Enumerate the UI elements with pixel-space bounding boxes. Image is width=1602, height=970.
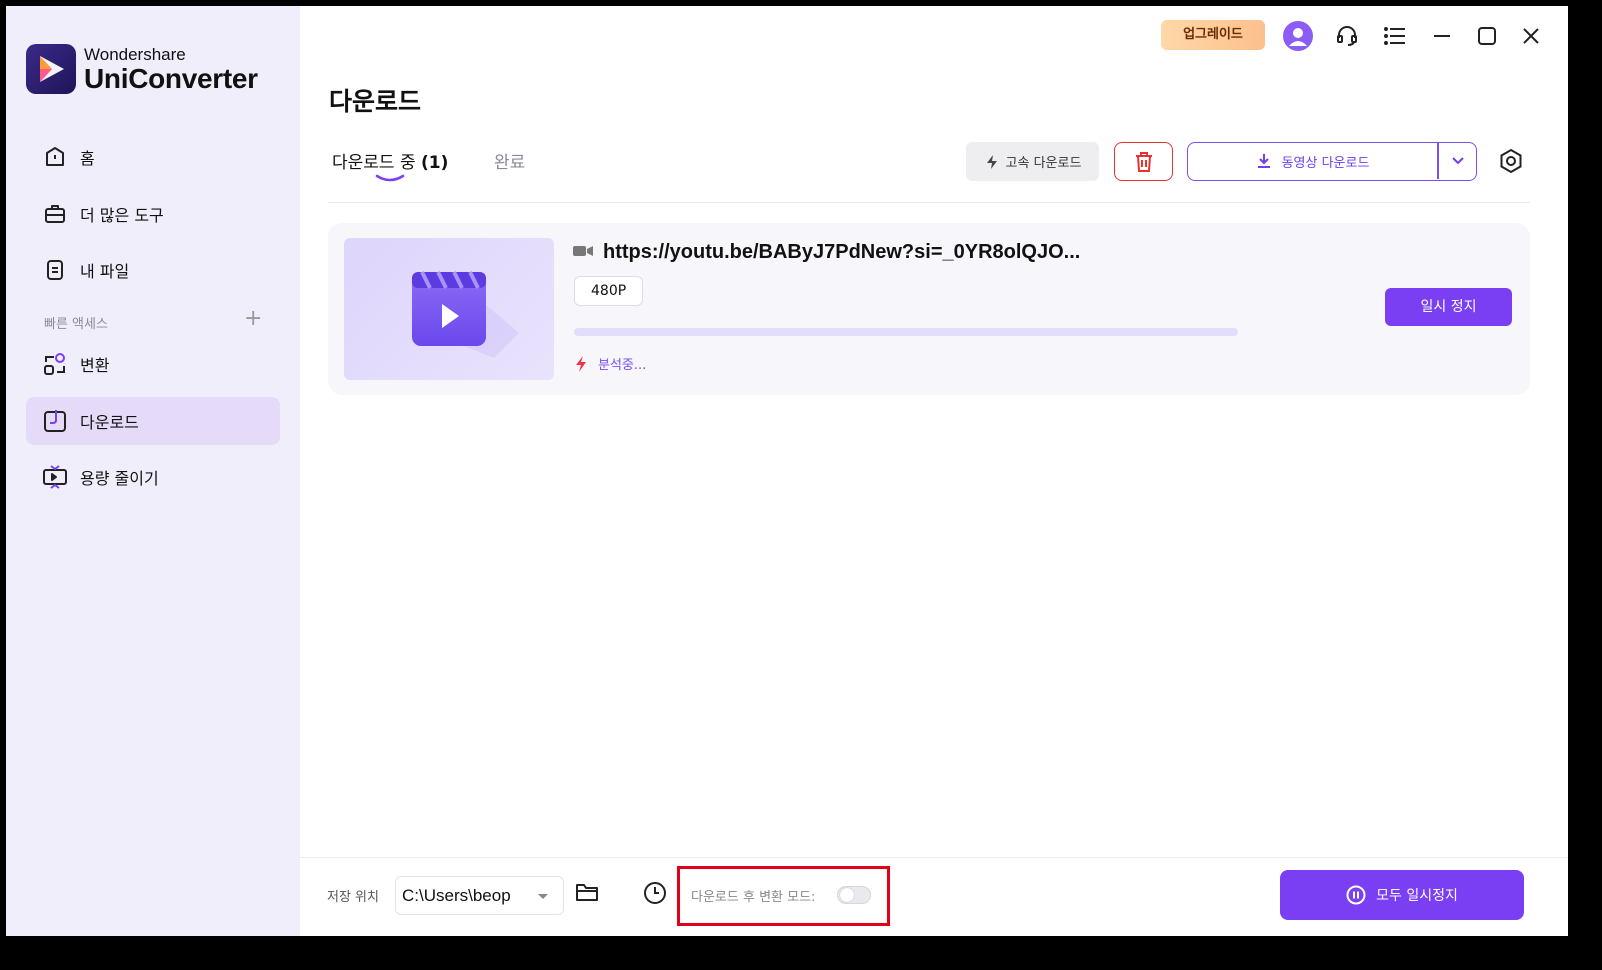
pause-all-label: 모두 일시정지 [1376, 888, 1458, 904]
add-quick-access-button[interactable]: + [244, 308, 262, 330]
sidebar: Wondershare UniConverter 홈 더 많은 도구 내 파일 … [6, 6, 300, 936]
app-brand: Wondershare [84, 44, 186, 64]
uniconverter-logo-icon [26, 44, 76, 94]
download-item-card: https://youtu.be/BAByJ7PdNew?si=_0YR8olQ… [328, 223, 1530, 395]
video-clapper-icon [412, 271, 519, 358]
compress-icon [42, 464, 68, 490]
minimize-icon[interactable] [1426, 20, 1458, 52]
tab-done[interactable]: 완료 [494, 148, 525, 173]
video-download-button[interactable]: 동영상 다운로드 [1188, 143, 1437, 179]
home-icon [42, 144, 68, 170]
download-options-dropdown[interactable] [1439, 143, 1476, 179]
account-avatar-icon[interactable] [1282, 20, 1314, 52]
save-path-select[interactable]: C:\Users\beop [395, 876, 564, 915]
toolbox-icon [42, 201, 68, 227]
video-url: https://youtu.be/BAByJ7PdNew?si=_0YR8olQ… [603, 241, 1081, 263]
convert-mode-label: 다운로드 후 변환 모드: [691, 890, 816, 905]
lightning-icon [986, 154, 997, 169]
convert-icon [42, 351, 68, 377]
delete-button[interactable] [1114, 142, 1173, 181]
download-arrow-icon [1257, 154, 1270, 168]
download-progress-bar [574, 328, 1238, 336]
sidebar-item-label: 홈 [80, 149, 95, 168]
maximize-icon[interactable] [1471, 20, 1503, 52]
chevron-down-icon [1451, 157, 1464, 165]
schedule-clock-icon[interactable] [643, 881, 667, 909]
tab-active-indicator [375, 174, 405, 182]
app-window: Wondershare UniConverter 홈 더 많은 도구 내 파일 … [6, 6, 1568, 936]
download-icon [42, 408, 68, 434]
video-thumbnail [344, 238, 554, 380]
fast-download-label: 고속 다운로드 [1005, 156, 1082, 171]
file-icon [42, 257, 68, 283]
pause-button[interactable]: 일시 정지 [1385, 288, 1512, 326]
toggle-knob [840, 888, 854, 902]
download-status-text: 분석중... [598, 358, 647, 373]
pause-circle-icon [1346, 885, 1366, 905]
sidebar-item-more-tools[interactable]: 더 많은 도구 [26, 190, 280, 238]
sidebar-item-download[interactable]: 다운로드 [26, 397, 280, 445]
tab-downloading-count: (1) [421, 153, 449, 173]
download-status: 분석중... [574, 354, 646, 373]
app-logo: Wondershare UniConverter [26, 44, 258, 94]
convert-mode-toggle[interactable] [837, 886, 871, 904]
quality-badge: 480P [574, 276, 644, 306]
sidebar-item-my-files[interactable]: 내 파일 [26, 246, 280, 294]
pause-all-button[interactable]: 모두 일시정지 [1280, 870, 1524, 920]
close-icon[interactable] [1515, 20, 1547, 52]
quick-access-label: 빠른 액세스 [44, 317, 108, 332]
video-download-split-button: 동영상 다운로드 [1187, 142, 1477, 181]
save-location-label: 저장 위치 [327, 890, 379, 905]
lightning-icon [576, 355, 586, 372]
sidebar-item-label: 용량 줄이기 [80, 469, 159, 488]
tab-downloading-label: 다운로드 중 [332, 153, 416, 173]
save-path-value: C:\Users\beop [402, 886, 511, 905]
video-download-label: 동영상 다운로드 [1281, 155, 1370, 171]
sidebar-item-compress[interactable]: 용량 줄이기 [26, 453, 280, 501]
tab-downloading[interactable]: 다운로드 중 (1) [332, 148, 448, 173]
fast-download-button[interactable]: 고속 다운로드 [966, 142, 1099, 181]
open-folder-icon[interactable] [575, 881, 599, 907]
upgrade-button[interactable]: 업그레이드 [1161, 20, 1265, 50]
sidebar-item-label: 다운로드 [80, 413, 139, 432]
headset-support-icon[interactable] [1331, 20, 1363, 52]
caret-down-icon [538, 894, 548, 899]
header-divider [328, 202, 1530, 203]
video-camera-icon [573, 246, 593, 256]
menu-list-icon[interactable] [1379, 20, 1411, 52]
sidebar-item-home[interactable]: 홈 [26, 133, 280, 181]
sidebar-item-label: 변환 [80, 356, 110, 375]
settings-gear-icon[interactable] [1496, 146, 1526, 176]
app-product: UniConverter [84, 62, 258, 94]
sidebar-item-label: 더 많은 도구 [80, 206, 164, 225]
trash-icon [1135, 151, 1152, 172]
sidebar-item-label: 내 파일 [80, 262, 130, 281]
page-title: 다운로드 [329, 87, 422, 116]
sidebar-item-convert[interactable]: 변환 [26, 340, 280, 388]
